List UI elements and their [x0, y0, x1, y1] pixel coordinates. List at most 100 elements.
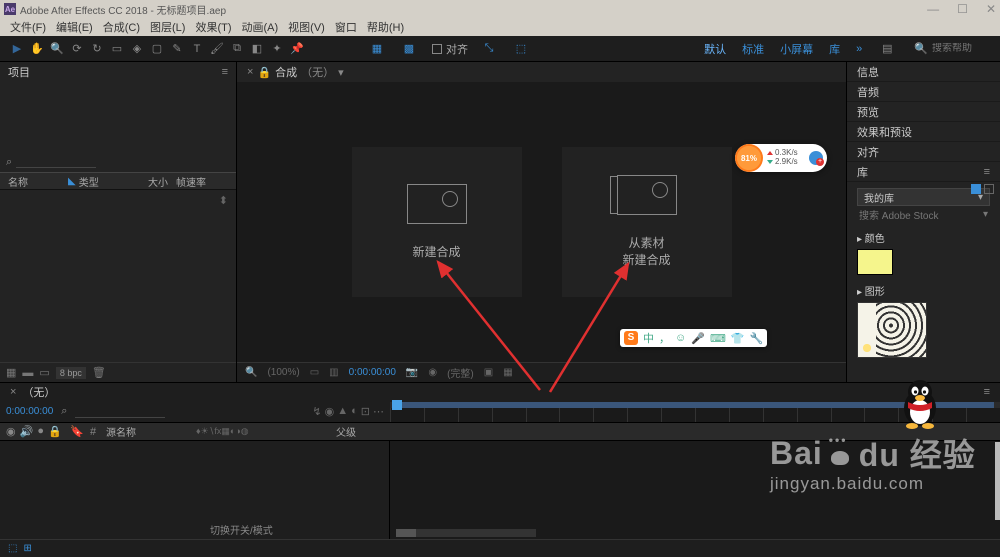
comp-tab-close-icon[interactable]: × — [247, 66, 253, 78]
brush-tool-icon[interactable]: 🖌 — [208, 40, 226, 58]
magnify-icon[interactable]: 🔍 — [245, 367, 257, 378]
qq-penguin-icon[interactable] — [898, 378, 942, 430]
grid-view-icon[interactable] — [971, 184, 981, 194]
pen-tool-icon[interactable]: ✎ — [168, 40, 186, 58]
maximize-button[interactable]: ☐ — [957, 2, 968, 16]
tl-icon-3[interactable]: ▲ — [337, 405, 348, 418]
search-help-input[interactable] — [932, 43, 992, 54]
workspace-library[interactable]: 库 — [829, 41, 840, 57]
timeline-timecode[interactable]: 0:00:00:00 — [6, 406, 53, 417]
close-button[interactable]: ✕ — [986, 2, 996, 16]
panel-menu-icon[interactable]: ≡ — [984, 166, 990, 178]
ime-toolbox-icon[interactable]: 🔧 — [750, 332, 764, 345]
tl-icon-2[interactable]: ◉ — [325, 405, 335, 418]
audio-col-icon[interactable]: 🔊 — [20, 425, 34, 438]
workspace-standard[interactable]: 标准 — [742, 41, 764, 57]
label-col-icon[interactable]: 🔖 — [70, 425, 90, 438]
col-name[interactable]: 名称 — [8, 174, 68, 189]
panel-info[interactable]: 信息 — [847, 62, 1000, 82]
menu-file[interactable]: 文件(F) — [6, 19, 50, 35]
ime-skin-icon[interactable]: 👕 — [731, 332, 745, 345]
project-tab[interactable]: 项目 — [8, 64, 30, 80]
solo-col-icon[interactable]: ● — [37, 425, 44, 438]
project-items-area[interactable]: ⬍ — [0, 190, 236, 320]
timeline-search-input[interactable] — [75, 406, 165, 418]
colors-section-header[interactable]: ▸ 颜色 — [857, 230, 990, 245]
res-icon[interactable]: ▭ — [310, 367, 319, 378]
roi-icon[interactable]: ▣ — [484, 367, 493, 378]
tl-icon-5[interactable]: ⊡ — [361, 405, 370, 418]
panel-effects-presets[interactable]: 效果和预设 — [847, 122, 1000, 142]
panel-preview[interactable]: 预览 — [847, 102, 1000, 122]
flowchart-icon[interactable]: ⬍ — [219, 194, 228, 207]
timeline-tab-close-icon[interactable]: × — [10, 386, 16, 398]
playhead[interactable] — [392, 400, 402, 410]
tl-icon-6[interactable]: ⋯ — [373, 405, 384, 418]
minimize-button[interactable]: — — [927, 2, 939, 16]
menu-help[interactable]: 帮助(H) — [363, 19, 408, 35]
timeline-layer-list[interactable]: 切换开关/模式 — [0, 441, 390, 539]
snap-icon[interactable]: ⤡ — [480, 40, 498, 58]
sogou-icon[interactable]: S — [624, 331, 638, 345]
zoom-tool-icon[interactable]: 🔍 — [48, 40, 66, 58]
adobe-stock-search[interactable]: 搜索 Adobe Stock — [857, 206, 990, 222]
ime-keyboard-icon[interactable]: ⌨ — [710, 332, 726, 345]
timeline-tab[interactable]: （无） — [22, 384, 55, 400]
grid-icon[interactable]: ▦ — [503, 367, 512, 378]
menu-composition[interactable]: 合成(C) — [99, 19, 144, 35]
snapshot-icon[interactable]: 📷 — [406, 367, 418, 378]
snapping-toggle[interactable]: 对齐 — [432, 41, 468, 57]
graphics-section-header[interactable]: ▸ 图形 — [857, 283, 990, 298]
rotate-tool-icon[interactable]: ↻ — [88, 40, 106, 58]
status-icon-2[interactable]: ⊞ — [23, 543, 31, 554]
eraser-tool-icon[interactable]: ◧ — [248, 40, 266, 58]
project-search-input[interactable] — [16, 156, 96, 168]
zoom-value[interactable]: (100%) — [267, 367, 299, 378]
folder-icon[interactable]: ▬ — [22, 367, 33, 379]
clone-tool-icon[interactable]: ⧉ — [228, 40, 246, 58]
workspace-small-screen[interactable]: 小屏幕 — [780, 41, 813, 57]
selection-tool-icon[interactable]: ▶ — [8, 40, 26, 58]
ime-emoji-icon[interactable]: ☺ — [675, 332, 686, 344]
shape-mode-icon[interactable]: ▩ — [400, 40, 418, 58]
workspace-more-icon[interactable]: » — [856, 43, 862, 55]
eye-col-icon[interactable]: ◉ — [6, 425, 16, 438]
ime-punct-icon[interactable]: ， — [659, 330, 670, 346]
comp-tab-lock-icon[interactable]: 🔒 — [257, 66, 271, 79]
text-tool-icon[interactable]: T — [188, 40, 206, 58]
res-half-icon[interactable]: ▥ — [329, 367, 338, 378]
orbit-tool-icon[interactable]: ⟳ — [68, 40, 86, 58]
channel-icon[interactable]: ◉ — [428, 367, 437, 378]
hand-tool-icon[interactable]: ✋ — [28, 40, 46, 58]
roto-tool-icon[interactable]: ✦ — [268, 40, 286, 58]
trash-icon[interactable]: 🗑 — [92, 366, 106, 379]
panel-audio[interactable]: 音频 — [847, 82, 1000, 102]
timeline-zoom-slider[interactable] — [396, 529, 536, 537]
col-size[interactable]: 大小 — [128, 174, 168, 189]
new-comp-icon[interactable]: ▭ — [39, 366, 49, 379]
tl-icon-4[interactable]: ◐ — [351, 405, 358, 418]
tl-icon-1[interactable]: ↯ — [312, 405, 321, 418]
bit-depth[interactable]: 8 bpc — [56, 367, 86, 379]
toggle-switches-button[interactable]: 切换开关/模式 — [210, 522, 273, 537]
panel-align[interactable]: 对齐 — [847, 142, 1000, 162]
panel-menu-icon[interactable]: ≡ — [984, 386, 990, 398]
source-name-header[interactable]: 源名称 — [106, 424, 196, 439]
puppet-tool-icon[interactable]: 📌 — [288, 40, 306, 58]
system-speed-widget[interactable]: 81% 0.3K/s 2.9K/s — [735, 144, 827, 172]
new-composition-button[interactable]: 新建合成 — [352, 147, 522, 297]
menu-layer[interactable]: 图层(L) — [146, 19, 189, 35]
interpret-icon[interactable]: ▦ — [6, 366, 16, 379]
status-icon-1[interactable]: ⬚ — [8, 543, 17, 554]
lock-col-icon[interactable]: 🔒 — [48, 425, 62, 438]
menu-view[interactable]: 视图(V) — [284, 19, 329, 35]
mask-mode-icon[interactable]: ▦ — [368, 40, 386, 58]
library-graphic-eagle[interactable] — [857, 302, 927, 358]
menu-effect[interactable]: 效果(T) — [191, 19, 235, 35]
col-type[interactable]: ◣类型 — [68, 174, 128, 189]
shape-tool-icon[interactable]: ▢ — [148, 40, 166, 58]
parent-header[interactable]: 父级 — [336, 424, 356, 439]
ime-toolbar[interactable]: S 中 ， ☺ 🎤 ⌨ 👕 🔧 — [620, 329, 767, 347]
panel-menu-icon[interactable]: ≡ — [222, 66, 228, 78]
snap-edge-icon[interactable]: ⬚ — [512, 40, 530, 58]
